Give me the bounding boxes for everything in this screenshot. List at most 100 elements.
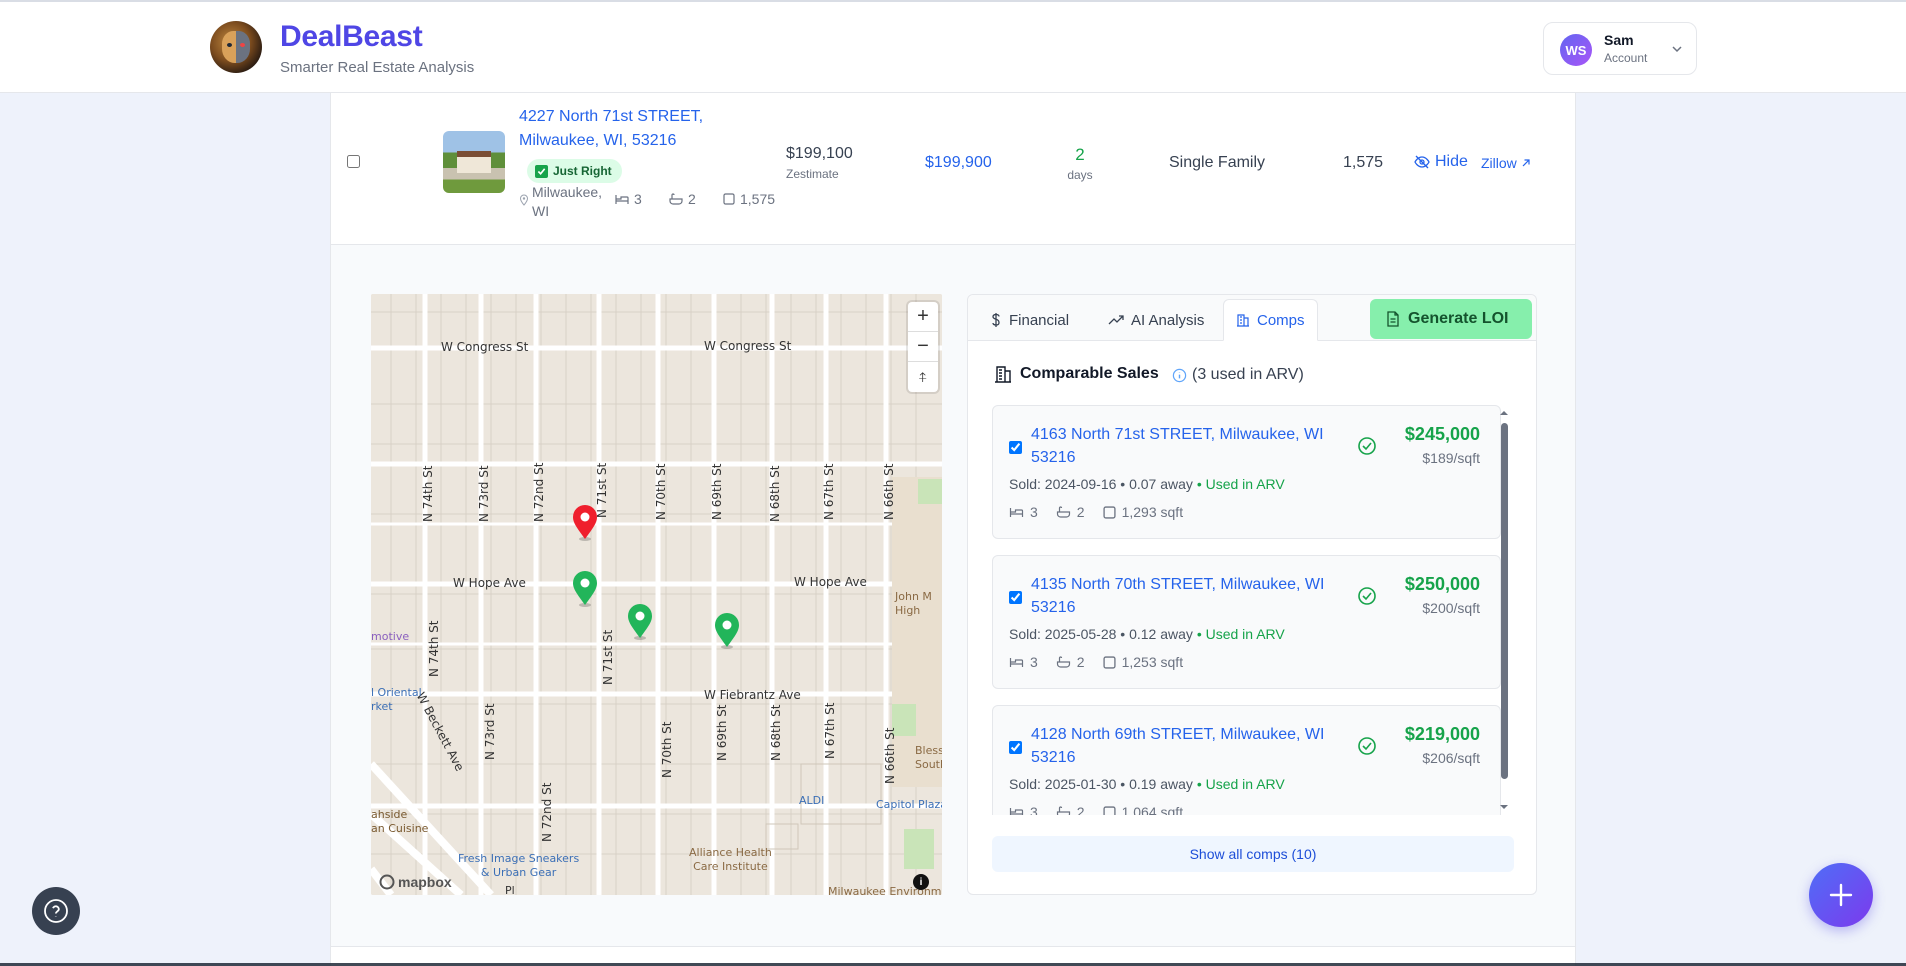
building-icon [1237,314,1249,327]
poi-label: l Oriental rket [371,686,422,713]
street-label: N 70th St [654,463,668,520]
zoom-in-button[interactable]: + [908,302,938,332]
listing-select-checkbox[interactable] [347,155,360,168]
tab-comps[interactable]: Comps [1223,299,1318,341]
street-label: N 73rd St [483,703,497,760]
map-controls: + − ⍏ [908,302,938,392]
mapbox-icon [379,874,395,890]
check-icon [535,164,548,178]
street-label: N 73rd St [477,465,491,522]
poi-label: motive [371,630,410,643]
main-panel: 4227 North 71st STREET, Milwaukee, WI, 5… [330,93,1576,966]
comp-pin[interactable] [571,570,599,608]
add-button[interactable] [1809,863,1873,927]
analysis-panel: Financial AI Analysis Comps Generate LOI… [967,294,1537,895]
account-menu-button[interactable]: WS Sam Account [1543,22,1697,75]
street-label: N 70th St [660,721,674,778]
poi-label: ahside an Cuisine [371,808,429,835]
eye-off-icon [1414,155,1430,169]
hide-button[interactable]: Hide [1414,153,1468,171]
tab-ai-analysis[interactable]: AI Analysis [1096,299,1216,341]
comps-list[interactable]: 4163 North 71st STREET, Milwaukee, WI 53… [992,405,1514,815]
map-info-button[interactable]: i [913,874,929,890]
comp-address-link[interactable]: 4163 North 71st STREET, Milwaukee, WI 53… [1031,423,1351,469]
brand-name[interactable]: DealBeast [280,20,423,54]
listing-location: Milwaukee, WI [532,184,603,219]
compass-button[interactable]: ⍏ [908,362,938,392]
chevron-down-icon [1672,46,1682,53]
listing-price[interactable]: $199,900 [925,154,992,172]
street-label: N 74th St [421,465,435,522]
street-label: N 72nd St [532,462,546,522]
poi-label: Capitol Plaza [876,798,942,811]
street-label: N 66th St [883,727,897,784]
tab-financial[interactable]: Financial [978,299,1081,341]
trend-icon [1108,315,1124,325]
comp-pin[interactable] [713,612,741,650]
comp-meta: Sold: 2025-05-28 • 0.12 away • Used in A… [1009,626,1285,642]
comp-card: 4135 North 70th STREET, Milwaukee, WI 53… [992,555,1501,689]
zestimate-value: $199,100 [786,145,853,162]
comp-select-checkbox[interactable] [1009,741,1022,754]
listing-sqft: 1,575 [1343,154,1384,171]
zoom-out-button[interactable]: − [908,332,938,362]
street-label: N 67th St [822,463,836,520]
bed-icon [1009,508,1024,517]
bath-icon [669,193,683,205]
street-label: N 71st St [601,629,615,685]
comp-meta: Sold: 2025-01-30 • 0.19 away • Used in A… [1009,776,1285,792]
check-circle-icon [1358,587,1376,605]
street-label: N 74th St [427,620,441,677]
street-label: W Hope Ave [794,575,867,589]
show-all-comps-button[interactable]: Show all comps (10) [992,836,1514,872]
sqft-icon [723,193,735,205]
listing-thumbnail[interactable] [443,131,505,193]
listing-address-link[interactable]: 4227 North 71st STREET, Milwaukee, WI, 5… [519,105,749,153]
street-label: N 68th St [768,465,782,522]
listing-row: 4227 North 71st STREET, Milwaukee, WI, 5… [331,93,1575,245]
street-label: N 68th St [769,704,783,761]
street-label: W Congress St [441,340,529,354]
status-badge: Just Right [527,159,622,183]
days-label: days [1067,168,1093,182]
location-pin-icon [519,194,529,206]
logo[interactable] [210,21,262,73]
street-label: W Fiebrantz Ave [704,688,801,702]
poi-label: ALDI [799,794,825,807]
zillow-link[interactable]: Zillow [1481,155,1531,171]
street-label: W Hope Ave [453,576,526,590]
comp-select-checkbox[interactable] [1009,441,1022,454]
sqft-icon [1103,805,1116,815]
mapbox-logo[interactable]: mapbox [379,874,452,890]
check-circle-icon [1358,737,1376,755]
sqft-icon [1103,505,1116,519]
comp-features: 3 2 1,064 sqft [1009,804,1183,815]
info-icon[interactable] [1172,368,1187,383]
street-label: N 69th St [710,463,724,520]
listing-beds: 3 [615,191,642,207]
bed-icon [1009,808,1024,815]
comp-price-per-sqft: $189/sqft [1422,450,1480,466]
subject-property-pin[interactable] [571,504,599,542]
scroll-down-icon [1500,805,1508,809]
comp-price: $245,000 [1404,424,1480,444]
street-label: N 67th St [823,702,837,759]
comp-address-link[interactable]: 4135 North 70th STREET, Milwaukee, WI 53… [1031,573,1351,619]
bath-icon [1056,806,1070,815]
help-button[interactable] [32,887,80,935]
comp-pin[interactable] [626,603,654,641]
document-icon [1387,311,1399,327]
listing-sqft-small: 1,575 [723,191,775,207]
comp-price-per-sqft: $200/sqft [1422,600,1480,616]
scrollbar-thumb[interactable] [1501,423,1508,779]
external-link-icon [1522,159,1530,167]
comp-features: 3 2 1,253 sqft [1009,654,1183,670]
map[interactable]: W Congress St W Congress St W Hope Ave W… [371,294,942,895]
comp-card: 4128 North 69th STREET, Milwaukee, WI 53… [992,705,1501,815]
comp-select-checkbox[interactable] [1009,591,1022,604]
avatar: WS [1560,34,1592,66]
comp-address-link[interactable]: 4128 North 69th STREET, Milwaukee, WI 53… [1031,723,1351,769]
comps-scrollbar[interactable] [1499,409,1509,813]
check-circle-icon [1358,437,1376,455]
generate-loi-button[interactable]: Generate LOI [1370,299,1532,339]
